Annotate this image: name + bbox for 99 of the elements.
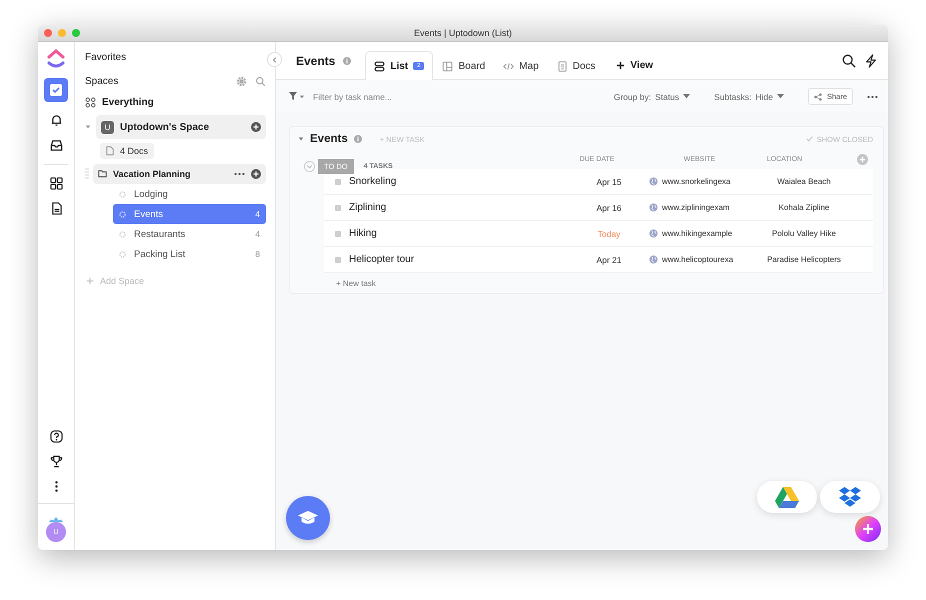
- more-icon[interactable]: [234, 172, 245, 176]
- plus-icon: [862, 523, 874, 535]
- help-icon[interactable]: [50, 430, 62, 443]
- task-name: Helicopter tour: [349, 254, 414, 265]
- filter-field[interactable]: Filter by task name...: [313, 92, 463, 102]
- collapse-button[interactable]: [267, 52, 282, 67]
- window-title: Events | Uptodown (List): [414, 28, 512, 38]
- task-row[interactable]: Snorkeling Apr 15 www.snorkelingexa Waialea Beach: [324, 169, 873, 195]
- location-cell-text: Waialea Beach: [776, 177, 832, 186]
- document-icon[interactable]: [50, 202, 62, 215]
- task-row[interactable]: Ziplining Apr 16 www.zipliningexam Kohala Zipline: [324, 195, 873, 221]
- triangle-logo-icon: [775, 486, 799, 508]
- learn-button[interactable]: [286, 496, 330, 540]
- caret-icon: [776, 94, 784, 99]
- caret-icon[interactable]: [298, 136, 304, 142]
- space-item[interactable]: U Uptodown's Space: [96, 115, 266, 139]
- view-tab[interactable]: Board: [433, 51, 494, 80]
- bell-icon[interactable]: [50, 114, 62, 127]
- graduation-cap-icon: [297, 510, 319, 526]
- caret-icon[interactable]: [85, 124, 91, 130]
- location-cell-text: Kohala Zipline: [778, 203, 830, 212]
- website-link[interactable]: www.zipliningexam: [662, 203, 730, 212]
- filter-icon[interactable]: [289, 92, 305, 101]
- trophy-icon[interactable]: [50, 455, 62, 468]
- caret-icon: [683, 94, 690, 99]
- close-button[interactable]: [44, 29, 52, 37]
- due-date: Apr 21: [595, 254, 623, 264]
- due-date: Apr 15: [595, 176, 623, 186]
- folder-item[interactable]: Vacation Planning: [93, 164, 266, 184]
- list-item[interactable]: Packing List 8: [113, 244, 266, 264]
- due-date: Apr 16: [595, 202, 623, 212]
- inbox-icon[interactable]: [50, 139, 62, 152]
- globe-icon: [649, 177, 658, 186]
- code-icon: [503, 60, 514, 72]
- globe-icon: [649, 203, 658, 212]
- folder-icon: [98, 170, 107, 178]
- space-avatar: U: [101, 120, 114, 134]
- page-title: Events: [296, 54, 336, 68]
- add-button[interactable]: [855, 516, 881, 542]
- dashboard-icon[interactable]: [50, 177, 62, 190]
- globe-icon: [649, 229, 658, 238]
- checkbox-icon: [49, 83, 63, 97]
- search-icon[interactable]: [842, 54, 856, 68]
- group-by-dropdown[interactable]: Group by: Status: [614, 92, 690, 102]
- list-icon: [374, 60, 386, 72]
- settings-icon[interactable]: [236, 76, 247, 87]
- drag-handle-icon[interactable]: [85, 168, 89, 180]
- docs-item[interactable]: 4 Docs: [100, 143, 154, 159]
- task-row[interactable]: Hiking Today www.hikingexample Pololu Valley Hike: [324, 221, 873, 247]
- due-date: Today: [596, 228, 622, 238]
- list-status-icon: [119, 210, 126, 218]
- grid-icon: [85, 97, 96, 108]
- chevron-icon: [272, 56, 278, 62]
- dropbox-button[interactable]: [820, 481, 880, 513]
- list-item[interactable]: Lodging: [113, 184, 266, 204]
- logo-icon: [46, 48, 66, 70]
- location-cell-text: Paradise Helicopters: [766, 255, 842, 264]
- info-icon[interactable]: [354, 135, 362, 143]
- globe-icon: [649, 255, 658, 264]
- website-link[interactable]: www.snorkelingexa: [662, 177, 730, 186]
- task-name: Ziplining: [349, 202, 386, 213]
- list-status-icon: [119, 190, 126, 198]
- list-item[interactable]: Events 4: [113, 204, 266, 224]
- checkmark-icon: [806, 136, 813, 142]
- favorites-heading[interactable]: Favorites: [85, 52, 266, 63]
- spaces-heading: Spaces: [85, 76, 120, 87]
- google-drive-button[interactable]: [757, 481, 817, 513]
- view-tab[interactable]: Docs: [548, 51, 604, 80]
- document-icon: [106, 146, 114, 156]
- plus-icon: [86, 277, 94, 285]
- more-icon[interactable]: [867, 94, 878, 98]
- location-cell-text: Pololu Valley Hike: [771, 229, 837, 238]
- docs-label: 4 Docs: [120, 146, 148, 156]
- list-item[interactable]: Restaurants 4: [113, 224, 266, 244]
- subtasks-dropdown[interactable]: Subtasks: Hide: [714, 92, 784, 102]
- add-icon[interactable]: [251, 122, 261, 132]
- add-view-button[interactable]: View: [616, 51, 654, 79]
- list-title: Events: [310, 133, 348, 145]
- share-icon: [814, 92, 822, 100]
- box-logo-icon: [839, 486, 861, 508]
- board-icon: [442, 60, 454, 72]
- website-link[interactable]: www.hikingexample: [662, 229, 732, 238]
- folder-name: Vacation Planning: [113, 169, 192, 179]
- add-task-button[interactable]: + New task: [336, 279, 376, 288]
- list-status-icon: [119, 250, 126, 258]
- plus-icon: [616, 60, 626, 70]
- task-name: Snorkeling: [349, 176, 396, 187]
- lightning-icon[interactable]: [864, 54, 878, 68]
- website-link[interactable]: www.helicoptourexa: [662, 255, 734, 264]
- task-name: Hiking: [349, 228, 377, 239]
- list-status-icon: [119, 230, 126, 238]
- everything-item[interactable]: Everything: [102, 97, 154, 108]
- info-icon[interactable]: [343, 56, 352, 64]
- tasks-button[interactable]: [44, 78, 68, 102]
- view-tab[interactable]: Map: [494, 51, 548, 80]
- task-row[interactable]: Helicopter tour Apr 21 www.helicoptourexa Paradise Helicopters: [324, 247, 873, 273]
- document-icon: [556, 60, 568, 72]
- space-name: Uptodown's Space: [120, 122, 210, 132]
- add-icon[interactable]: [251, 169, 261, 179]
